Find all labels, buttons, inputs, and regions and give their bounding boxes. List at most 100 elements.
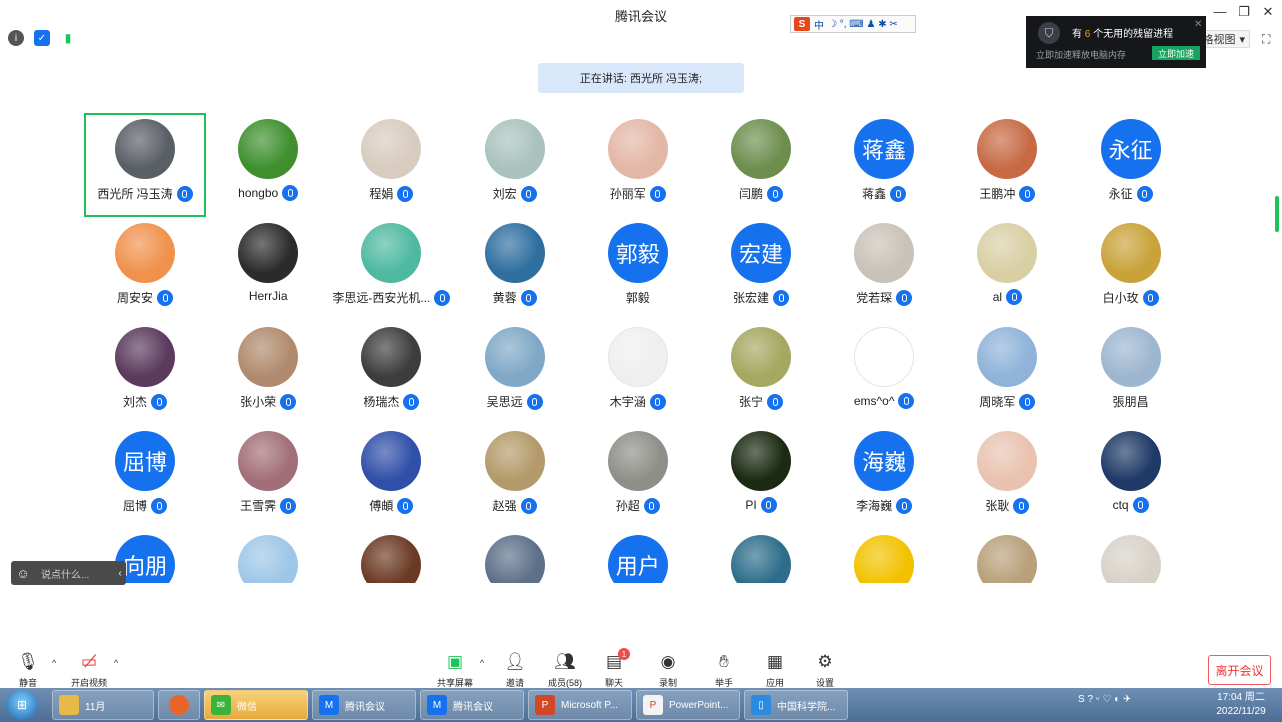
participant-tile[interactable]: 孙超 <box>577 425 699 529</box>
taskbar-item-firefox[interactable] <box>158 690 200 720</box>
participant-tile[interactable] <box>454 529 576 583</box>
participant-tile[interactable]: al <box>946 217 1068 321</box>
participant-tile[interactable]: 周安安 <box>84 217 206 321</box>
participant-tile[interactable]: 白小玫 <box>1070 217 1192 321</box>
participant-tile[interactable] <box>823 529 945 583</box>
participant-tile[interactable]: 周晓军 <box>946 321 1068 425</box>
microphone-icon <box>434 289 451 306</box>
taskbar-item-powerpoint-1[interactable]: P Microsoft P... <box>528 690 632 720</box>
raise-hand-button[interactable]: ✋︎ 举手 <box>699 652 749 689</box>
participant-tile[interactable]: 黄蓉 <box>454 217 576 321</box>
participant-tile[interactable] <box>946 529 1068 583</box>
close-icon[interactable]: ✕ <box>1194 19 1202 30</box>
participant-tile[interactable] <box>330 529 452 583</box>
taskbar-item-cas[interactable]: ▯ 中国科学院... <box>744 690 848 720</box>
chat-quick-input[interactable]: ☺ 说点什么... ‹ <box>11 561 126 585</box>
fullscreen-icon[interactable]: ⛶ <box>1262 32 1270 47</box>
avatar: 海巍 <box>854 431 915 491</box>
participant-tile[interactable]: 刘宏 <box>454 113 576 217</box>
participant-tile[interactable]: 孙丽军 <box>577 113 699 217</box>
participant-tile[interactable]: 程娟 <box>330 113 452 217</box>
avatar <box>977 431 1038 491</box>
system-tray[interactable]: S ? ᵕ ♡ ◐ ✈ <box>1078 694 1131 705</box>
participant-tile[interactable]: 闫鹏 <box>700 113 822 217</box>
gear-icon: ⚙ <box>817 652 833 671</box>
participant-tile[interactable]: 傅頔 <box>330 425 452 529</box>
speed-up-button[interactable]: 立即加速 <box>1152 46 1200 60</box>
ime-mode[interactable]: 中 <box>814 17 824 32</box>
participant-name: 蒋鑫 <box>862 187 887 201</box>
participant-tile[interactable]: ems^o^ <box>823 321 945 425</box>
close-icon[interactable]: ✕ <box>1256 4 1280 20</box>
chat-placeholder[interactable]: 说点什么... <box>35 566 114 581</box>
chevron-up-icon[interactable]: ^ <box>52 658 56 668</box>
participant-name-row: al <box>946 289 1068 305</box>
members-button[interactable]: 👥︎ 成员(58) <box>540 652 590 689</box>
start-video-button[interactable]: ▭̸ 开启视频 <box>64 652 114 689</box>
participant-tile[interactable]: 李思远-西安光机... <box>330 217 452 321</box>
participant-tile[interactable]: 宏建 张宏建 <box>700 217 822 321</box>
scrollbar-thumb[interactable] <box>1275 196 1279 232</box>
participant-tile[interactable] <box>207 529 329 583</box>
signal-icon[interactable]: ▮ <box>60 30 76 46</box>
participant-tile[interactable]: 王鹏冲 <box>946 113 1068 217</box>
participant-name-row: 张小荣 <box>207 393 329 410</box>
minimize-icon[interactable]: — <box>1208 4 1232 19</box>
participant-tile[interactable]: hongbo <box>207 113 329 217</box>
participant-tile[interactable]: 永征 永征 <box>1070 113 1192 217</box>
participant-tile[interactable]: 刘杰 <box>84 321 206 425</box>
collapse-icon[interactable]: ‹ <box>114 568 126 579</box>
participant-tile[interactable]: 吴思远 <box>454 321 576 425</box>
record-icon: ◉ <box>660 652 676 671</box>
participant-tile[interactable]: 王雪霁 <box>207 425 329 529</box>
clock[interactable]: 17:04 周二 2022/11/29 <box>1208 691 1274 719</box>
taskbar-item-wechat[interactable]: ✉ 微信 <box>204 690 308 720</box>
participant-tile[interactable]: 木宇涵 <box>577 321 699 425</box>
participant-tile[interactable]: 张宁 <box>700 321 822 425</box>
participant-tile[interactable]: HerrJia <box>207 217 329 321</box>
taskbar-item-folder[interactable]: 11月 <box>52 690 154 720</box>
chevron-up-icon[interactable]: ^ <box>114 658 118 668</box>
participant-name: 张耿 <box>985 499 1010 513</box>
chat-button[interactable]: ▤ 1 聊天 <box>589 648 639 689</box>
participant-tile[interactable]: 屈博 屈博 <box>84 425 206 529</box>
participant-tile[interactable]: 党若琛 <box>823 217 945 321</box>
record-button[interactable]: ◉ 录制 <box>643 652 693 689</box>
start-button[interactable]: ⊞ <box>6 690 38 720</box>
leave-meeting-button[interactable]: 离开会议 <box>1208 655 1271 685</box>
participant-tile[interactable]: 西光所 冯玉涛 <box>84 113 206 217</box>
speaking-banner: 正在讲话: 西光所 冯玉涛; <box>538 63 744 93</box>
taskbar-item-tencent-meeting-1[interactable]: M 腾讯会议 <box>312 690 416 720</box>
restore-icon[interactable]: ❐ <box>1232 4 1256 20</box>
apps-button[interactable]: ▦ 应用 <box>750 652 800 689</box>
security-shield-icon[interactable]: ✓ <box>34 30 50 46</box>
chevron-up-icon[interactable]: ^ <box>480 658 484 668</box>
participant-tile[interactable]: ctq <box>1070 425 1192 529</box>
participant-tile[interactable]: PI <box>700 425 822 529</box>
ime-tools-icons[interactable]: ☽ °, ⌨ ♟ ✱ ✂ <box>828 19 898 30</box>
participant-tile[interactable]: 蒋鑫 蒋鑫 <box>823 113 945 217</box>
ime-toolbar[interactable]: S 中 ☽ °, ⌨ ♟ ✱ ✂ <box>790 15 916 33</box>
share-screen-button[interactable]: ▣ 共享屏幕 <box>430 652 480 689</box>
participant-tile[interactable]: 用户 <box>577 529 699 583</box>
participant-tile[interactable]: 張朋昌 <box>1070 321 1192 425</box>
participant-tile[interactable]: 海巍 李海巍 <box>823 425 945 529</box>
participant-tile[interactable] <box>700 529 822 583</box>
info-icon[interactable]: i <box>8 30 24 46</box>
microphone-icon <box>898 393 915 409</box>
participant-tile[interactable]: 张耿 <box>946 425 1068 529</box>
participant-name: hongbo <box>238 186 279 200</box>
taskbar-item-powerpoint-2[interactable]: P PowerPoint... <box>636 690 740 720</box>
participant-tile[interactable]: 赵强 <box>454 425 576 529</box>
invite-button[interactable]: 👤︎ 邀请 <box>490 652 540 689</box>
participant-tile[interactable]: 郭毅 郭毅 <box>577 217 699 321</box>
taskbar-item-tencent-meeting-2[interactable]: M 腾讯会议 <box>420 690 524 720</box>
settings-button[interactable]: ⚙ 设置 <box>800 652 850 689</box>
avatar <box>1100 327 1161 387</box>
mute-button[interactable]: 🎙︎ 静音 <box>3 652 53 689</box>
participant-name-row: 蒋鑫 <box>823 185 945 202</box>
participant-tile[interactable]: 张小荣 <box>207 321 329 425</box>
emoji-icon[interactable]: ☺ <box>11 566 35 581</box>
participant-tile[interactable]: 杨瑞杰 <box>330 321 452 425</box>
participant-tile[interactable] <box>1070 529 1192 583</box>
